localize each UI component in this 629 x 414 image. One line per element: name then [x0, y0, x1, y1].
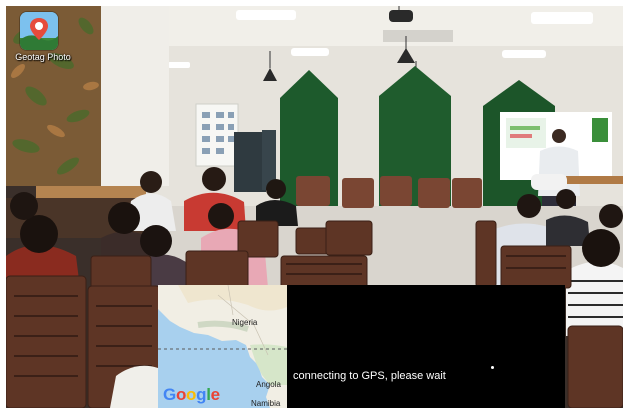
google-logo-letter: e — [210, 385, 220, 404]
location-mini-map[interactable]: Nigeria Angola Namibia Google — [158, 285, 287, 408]
photo-frame: Geotag Photo Nigeria Angola Namibia Goog… — [6, 6, 623, 408]
google-logo-letter: o — [186, 385, 197, 404]
map-label-angola: Angola — [256, 380, 281, 389]
google-logo-letter: G — [163, 385, 176, 404]
geotag-photo-icon[interactable] — [20, 12, 58, 50]
cursor-dot — [491, 366, 494, 369]
google-logo-letter: o — [175, 385, 187, 404]
app-name-label: Geotag Photo — [15, 52, 71, 62]
map-label-nigeria: Nigeria — [232, 318, 258, 327]
map-label-namibia: Namibia — [251, 399, 281, 408]
gps-status-text: connecting to GPS, please wait — [293, 370, 446, 382]
geotag-overlay-panel: Nigeria Angola Namibia Google connecting… — [158, 285, 565, 408]
google-logo: Google — [163, 385, 220, 405]
google-logo-letter: g — [196, 385, 207, 404]
geotag-app-badge[interactable]: Geotag Photo — [10, 12, 72, 72]
